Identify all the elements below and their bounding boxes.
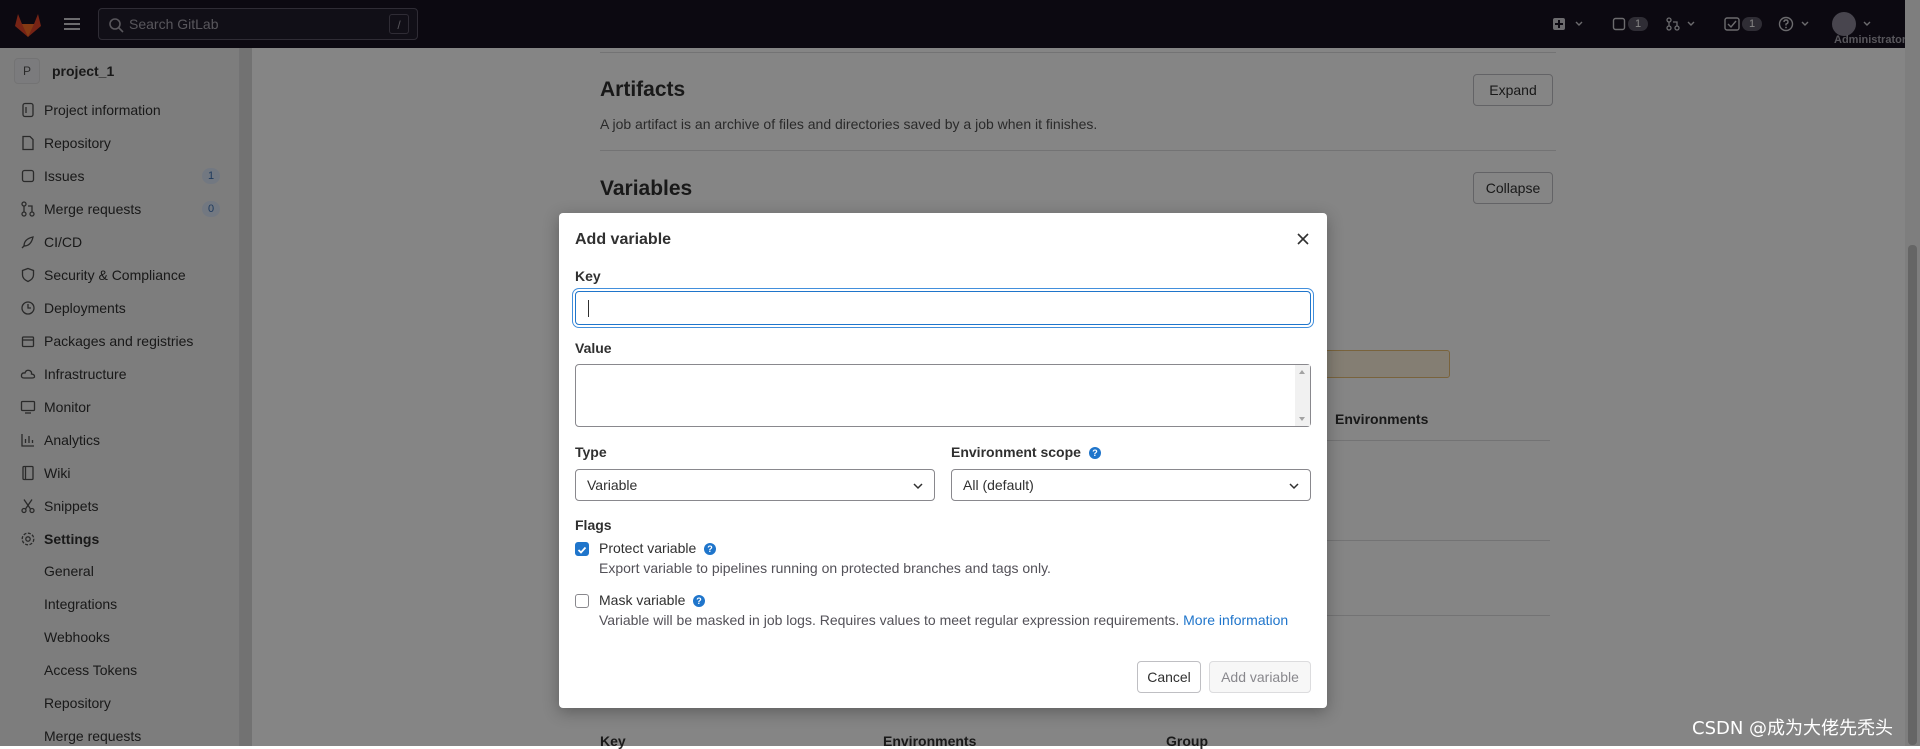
textarea-scrollbar[interactable] xyxy=(1295,365,1310,426)
close-icon[interactable] xyxy=(1295,231,1311,247)
scroll-down-icon[interactable] xyxy=(1299,417,1305,421)
svg-text:?: ? xyxy=(697,596,703,606)
text-caret xyxy=(588,300,589,317)
environment-scope-select[interactable]: All (default) xyxy=(951,469,1311,501)
scroll-up-icon[interactable] xyxy=(1299,370,1305,374)
environment-scope-value: All (default) xyxy=(963,477,1034,493)
environment-scope-label: Environment scope ? xyxy=(951,444,1101,460)
protect-variable-help: Export variable to pipelines running on … xyxy=(599,560,1051,576)
mask-variable-help: Variable will be masked in job logs. Req… xyxy=(599,612,1288,628)
protect-variable-label: Protect variable ? xyxy=(599,540,717,556)
protect-variable-checkbox[interactable] xyxy=(575,542,589,556)
value-textarea[interactable] xyxy=(575,364,1311,427)
question-circle-icon[interactable]: ? xyxy=(1088,447,1101,460)
question-circle-icon[interactable]: ? xyxy=(704,543,717,556)
mask-variable-help-text: Variable will be masked in job logs. Req… xyxy=(599,612,1180,628)
svg-text:?: ? xyxy=(707,544,713,554)
type-select[interactable]: Variable xyxy=(575,469,935,501)
cancel-button[interactable]: Cancel xyxy=(1137,661,1201,693)
add-variable-button[interactable]: Add variable xyxy=(1209,661,1311,693)
environment-scope-label-text: Environment scope xyxy=(951,444,1081,460)
type-select-value: Variable xyxy=(587,477,638,493)
mask-variable-checkbox[interactable] xyxy=(575,594,589,608)
chevron-down-icon xyxy=(1289,483,1299,490)
key-label: Key xyxy=(575,268,601,284)
add-variable-modal: Add variable Key Value Type Variable Env… xyxy=(559,213,1327,708)
watermark: CSDN @成为大佬先秃头 xyxy=(1692,718,1894,739)
flags-label: Flags xyxy=(575,517,612,533)
check-icon xyxy=(577,546,587,554)
value-label: Value xyxy=(575,340,612,356)
chevron-down-icon xyxy=(913,483,923,490)
protect-variable-label-text: Protect variable xyxy=(599,540,697,556)
question-circle-icon[interactable]: ? xyxy=(693,595,706,608)
more-information-link[interactable]: More information xyxy=(1183,612,1288,628)
key-input[interactable] xyxy=(575,291,1311,325)
mask-variable-label: Mask variable ? xyxy=(599,592,706,608)
mask-variable-label-text: Mask variable xyxy=(599,592,686,608)
svg-text:?: ? xyxy=(1092,448,1098,458)
modal-title: Add variable xyxy=(575,231,672,248)
type-label: Type xyxy=(575,444,607,460)
